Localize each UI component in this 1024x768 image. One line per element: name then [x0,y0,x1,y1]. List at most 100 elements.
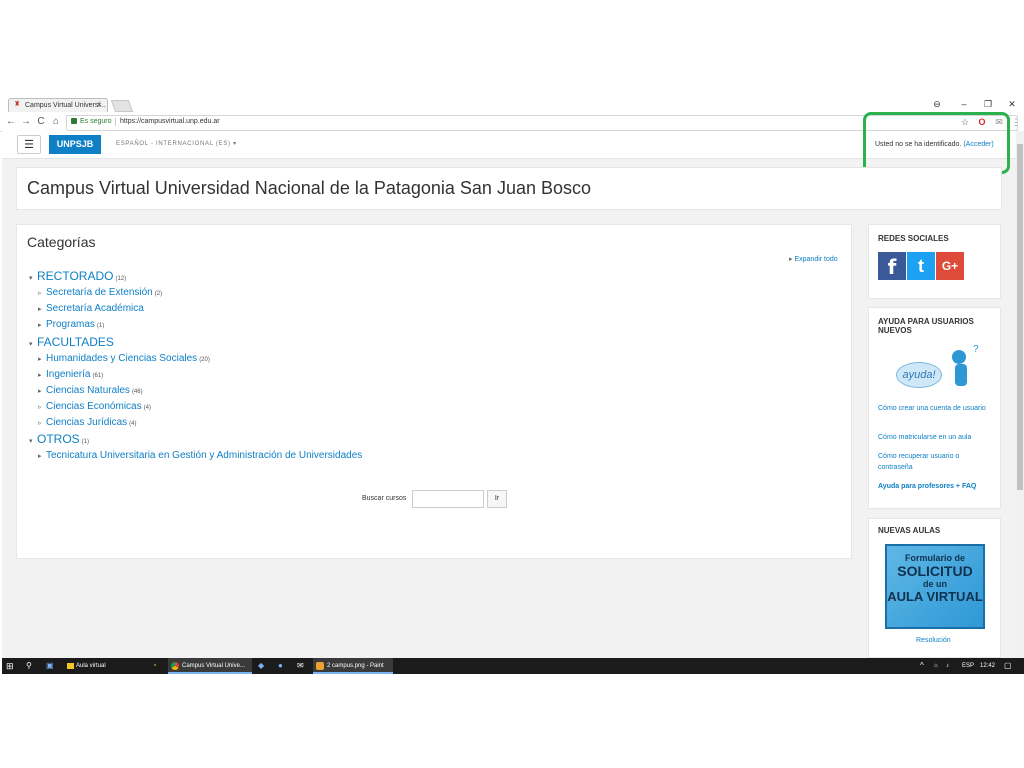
expand-arrow-icon[interactable]: ▸ [38,450,46,464]
expand-arrow-icon[interactable]: ▹ [38,287,46,301]
lock-icon [71,118,77,124]
expand-all-link[interactable]: ▸ Expandir todo [789,254,838,266]
subcategory-item[interactable]: ▸ Ciencias Naturales (46) [38,384,143,399]
expand-arrow-icon[interactable]: ▸ [38,369,46,383]
category-count: (4) [143,405,151,411]
category-label[interactable]: Ciencias Económicas [46,401,142,412]
search-icon[interactable]: ⚲ [26,658,32,674]
tray-volume-icon[interactable]: ♪ [946,658,949,674]
home-icon[interactable]: ⌂ [50,115,62,129]
subcategory-item[interactable]: ▹ Ciencias Económicas (4) [38,400,151,415]
subcategory-item[interactable]: ▹ Secretaría de Extensión (2) [38,286,162,301]
category-label[interactable]: OTROS [37,432,80,446]
search-go-button[interactable]: Ir [487,490,507,508]
paint-icon [316,662,324,670]
app-icon-2[interactable]: ● [278,658,283,674]
expand-arrow-icon[interactable]: ▹ [38,417,46,431]
social-title: REDES SOCIALES [878,234,949,243]
browser-menu-icon[interactable]: ⋮ [1010,116,1022,128]
profile-icon[interactable]: ⊖ [930,97,944,111]
expand-arrow-icon[interactable]: ▹ [38,401,46,415]
twitter-icon[interactable]: t [907,252,935,280]
forward-icon[interactable]: → [20,115,32,129]
search-courses-input[interactable] [412,490,484,508]
expand-arrow-icon[interactable]: ▾ [29,337,37,353]
help-link-enroll[interactable]: Cómo matricularse en un aula [878,432,988,443]
category-count: (1) [81,439,90,445]
category-label[interactable]: Secretaría Académica [46,303,144,314]
tray-chevron-icon[interactable]: ^ [920,658,924,674]
category-label[interactable]: FACULTADES [37,335,114,349]
help-figure-icon [952,350,966,364]
tab-title: Campus Virtual Universi... [25,102,106,109]
help-title: AYUDA PARA USUARIOS NUEVOS [878,317,974,335]
app-icon-1[interactable]: ◆ [258,658,264,674]
back-icon[interactable]: ← [5,115,17,129]
notifications-icon[interactable]: ▢ [1004,658,1012,674]
category-label[interactable]: Ingeniería [46,369,90,380]
tray-clock[interactable]: 12:42 [980,658,995,674]
help-link-recover[interactable]: Cómo recuperar usuario o contraseña [878,451,988,473]
clock-app-icon[interactable]: ◔ [152,658,157,674]
tray-network-icon[interactable]: ⌂ [934,658,938,674]
subcategory-item[interactable]: ▸ Ingeniería (61) [38,368,103,383]
tab-close-icon[interactable]: × [97,99,102,111]
tray-language[interactable]: ESP [962,658,974,674]
taskbar-item-paint[interactable]: 2 campus.png - Paint [313,658,393,674]
taskbar-label-chrome: Campus Virtual Unive... [182,663,245,669]
subcategory-item[interactable]: ▹ Ciencias Jurídicas (4) [38,416,137,431]
expand-all-label: Expandir todo [794,256,838,263]
brand-logo-button[interactable]: UNPSJB [49,135,101,154]
restore-button[interactable]: ❐ [981,97,995,111]
taskbar-item-aula[interactable]: Aula virtual [64,658,166,674]
url-text[interactable]: https://campusvirtual.unp.edu.ar [120,115,220,129]
subcategory-item[interactable]: ▸ Programas (1) [38,318,104,333]
expand-arrow-icon[interactable]: ▸ [38,385,46,399]
category-item[interactable]: ▾ RECTORADO (12) [29,268,126,287]
category-label[interactable]: Humanidades y Ciencias Sociales [46,353,197,364]
subcategory-item[interactable]: ▸ Humanidades y Ciencias Sociales (20) [38,352,210,367]
new-tab-button[interactable] [110,100,134,112]
category-count: (1) [96,323,105,329]
category-count: (12) [115,276,127,282]
resolution-link[interactable]: Resolución [916,636,951,646]
help-link-create-account[interactable]: Cómo crear una cuenta de usuario [878,403,988,414]
expand-arrow-icon[interactable]: ▾ [29,434,37,450]
category-count: (20) [199,357,210,363]
mail-icon[interactable]: ✉ [297,658,304,674]
request-form-banner[interactable]: Formulario de SOLICITUD de un AULA VIRTU… [885,544,985,629]
subcategory-item[interactable]: ▸ Secretaría Académica [38,302,146,317]
category-label[interactable]: Programas [46,319,95,330]
minimize-button[interactable]: – [957,97,971,111]
expand-arrow-icon[interactable]: ▸ [38,353,46,367]
form-line-4: AULA VIRTUAL [887,589,983,604]
menu-toggle-button[interactable]: ☰ [17,135,41,154]
taskbar-item-chrome[interactable]: Campus Virtual Unive... [168,658,252,674]
expand-arrow-icon[interactable]: ▸ [38,303,46,317]
category-label[interactable]: Ciencias Jurídicas [46,417,127,428]
google-plus-icon[interactable]: G+ [936,252,964,280]
category-label[interactable]: Ciencias Naturales [46,385,130,396]
reload-icon[interactable]: C [35,115,47,129]
browser-tabstrip [0,96,1024,113]
taskbar-label-paint: 2 campus.png - Paint [327,663,384,669]
help-link-teachers[interactable]: Ayuda para profesores + FAQ [878,481,988,492]
browser-tab[interactable]: Campus Virtual Universi... [8,98,108,112]
language-selector[interactable]: ESPAÑOL - INTERNACIONAL (ES) ▾ [116,138,237,150]
expand-arrow-icon[interactable]: ▾ [29,271,37,287]
secure-label: Es seguro [80,118,112,125]
task-view-icon[interactable]: ▣ [46,658,54,674]
category-label[interactable]: RECTORADO [37,269,113,283]
category-item[interactable]: ▾ OTROS (1) [29,431,89,450]
facebook-icon[interactable]: f [878,252,906,280]
search-courses-label: Buscar cursos [362,495,407,502]
category-item[interactable]: ▾ FACULTADES [29,334,116,353]
category-label[interactable]: Tecnicatura Universitaria en Gestión y A… [46,450,362,461]
expand-arrow-icon[interactable]: ▸ [38,319,46,333]
category-label[interactable]: Secretaría de Extensión [46,287,153,298]
close-window-button[interactable]: ✕ [1005,97,1019,111]
start-button-icon[interactable]: ⊞ [6,658,14,674]
subcategory-item[interactable]: ▸ Tecnicatura Universitaria en Gestión y … [38,449,364,464]
highlight-annotation [863,112,1010,174]
scrollbar-thumb[interactable] [1017,144,1023,490]
